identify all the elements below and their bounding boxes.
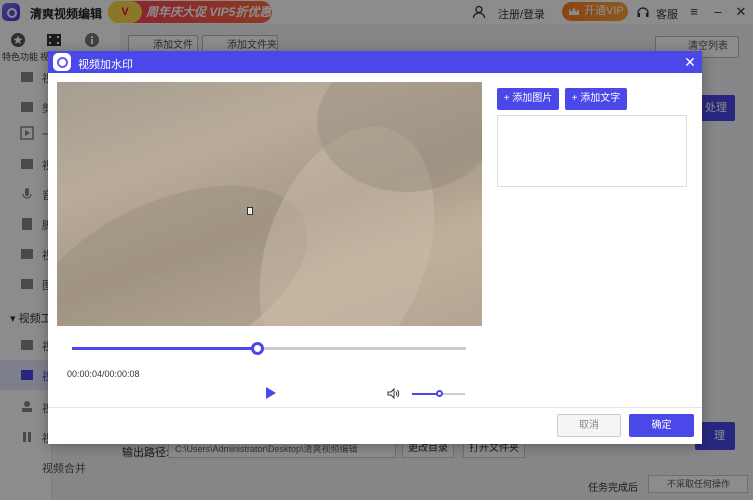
progress-fill: [72, 347, 258, 350]
volume-fill: [412, 393, 439, 395]
volume-icon[interactable]: [387, 388, 400, 399]
add-image-button[interactable]: + 添加图片: [497, 88, 559, 110]
timecode: 00:00:04/00:00:08: [67, 369, 140, 379]
cancel-button[interactable]: 取消: [557, 414, 621, 437]
dialog-close-icon[interactable]: ✕: [682, 54, 698, 70]
watermark-dialog: 视频加水印 ✕ + 添加图片 + 添加文字 00:00:04/00:00:08 …: [48, 51, 702, 444]
vehicle: [247, 207, 253, 215]
dialog-divider: [48, 407, 702, 408]
volume-handle[interactable]: [435, 390, 443, 397]
video-preview[interactable]: [57, 82, 482, 326]
progress-handle[interactable]: [251, 342, 265, 355]
dialog-header: [48, 51, 702, 73]
confirm-button[interactable]: 确定: [629, 414, 694, 437]
play-icon[interactable]: [266, 387, 276, 399]
dialog-title: 视频加水印: [78, 59, 133, 71]
add-text-button[interactable]: + 添加文字: [565, 88, 627, 110]
dialog-logo-icon: [53, 53, 71, 71]
watermark-list[interactable]: [497, 115, 687, 187]
